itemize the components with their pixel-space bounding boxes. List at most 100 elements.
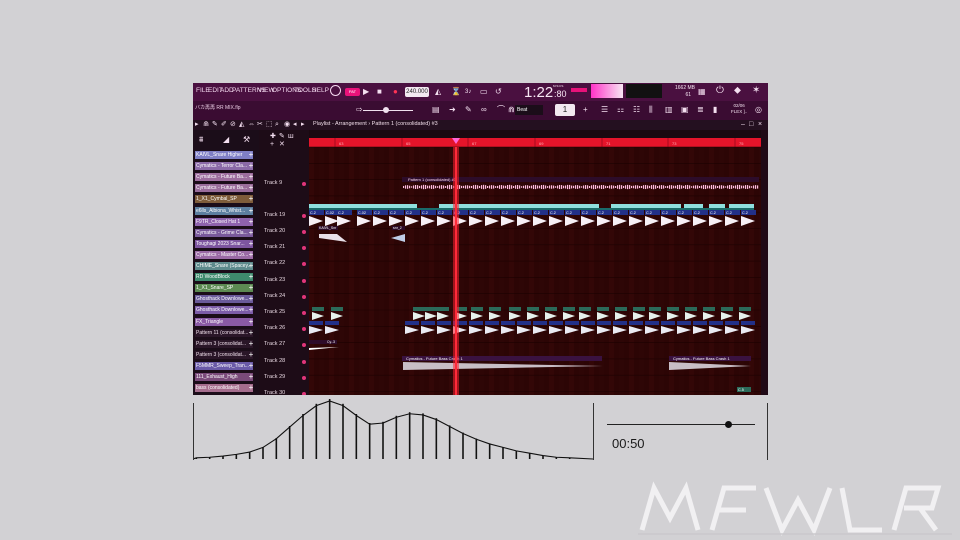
track-mute-dot[interactable] xyxy=(302,311,306,315)
channel-item[interactable]: Pattern 11 (consolidat... xyxy=(195,328,253,337)
channel-item[interactable]: bass (consolidated) xyxy=(195,384,253,393)
draw-icon[interactable]: ⌒ xyxy=(497,105,505,115)
track-name[interactable]: Track 21 xyxy=(264,244,285,250)
piano-roll-icon[interactable]: ⚏ xyxy=(617,105,624,115)
pencil-icon[interactable]: ✎ xyxy=(212,120,218,130)
track-name[interactable]: Track 25 xyxy=(264,309,285,315)
fruit-logo-icon[interactable]: ✶ xyxy=(752,86,760,96)
piano-icon[interactable]: ⩩ xyxy=(199,135,203,145)
channel-item[interactable]: Ghosthack Downlowe... xyxy=(195,295,253,304)
master-pitch-handle[interactable] xyxy=(383,107,389,113)
track-mute-dot[interactable] xyxy=(302,376,306,380)
channel-item[interactable]: KAIVL_Snare Higher xyxy=(195,151,253,159)
track-name[interactable]: Track 26 xyxy=(264,325,285,331)
minimize-icon[interactable]: – xyxy=(741,120,745,130)
track-name[interactable]: Track 29 xyxy=(264,374,285,380)
track-mute-dot[interactable] xyxy=(302,246,306,250)
song-time-display[interactable]: 1:22 xyxy=(524,84,553,101)
channel-add-icon[interactable]: + xyxy=(247,350,255,359)
channel-add-icon[interactable]: + xyxy=(247,239,255,248)
channel-item[interactable]: Cymatics - Future Ba... xyxy=(195,184,253,193)
menu-arrow-icon[interactable]: ▸ xyxy=(195,120,199,130)
magnet-small-icon[interactable]: ⋒ xyxy=(203,120,209,130)
midi-icon[interactable]: ш xyxy=(288,132,294,142)
channel-add-icon[interactable]: + xyxy=(247,228,255,237)
mute-icon[interactable]: ◭ xyxy=(239,120,244,130)
channel-add-icon[interactable]: + xyxy=(247,317,255,326)
channel-add-icon[interactable]: + xyxy=(247,306,255,314)
channel-add-icon[interactable]: + xyxy=(247,284,255,292)
playlist-icon[interactable]: ☰ xyxy=(601,105,608,115)
channel-add-icon[interactable]: + xyxy=(247,250,255,259)
channel-item[interactable]: F9TR_Closed Hat 1 xyxy=(195,217,253,226)
playback-icon[interactable]: ◉ xyxy=(284,120,290,130)
master-volume-knob[interactable] xyxy=(330,85,341,96)
news-badge[interactable]: 02/06 FLEX ].. xyxy=(731,103,747,115)
track-name[interactable]: Track 20 xyxy=(264,228,285,234)
slip-icon[interactable]: ⇔ xyxy=(248,120,255,130)
menu-help[interactable]: HELP xyxy=(312,87,329,94)
brush-icon[interactable]: ✐ xyxy=(221,120,227,130)
track-name[interactable]: Track 27 xyxy=(264,341,285,347)
step-icon[interactable]: ◢ xyxy=(223,135,229,145)
vertical-scrollbar[interactable] xyxy=(761,130,768,395)
plus-icon[interactable]: + xyxy=(270,140,274,150)
channel-add-icon[interactable]: + xyxy=(247,173,255,181)
magnet-icon[interactable]: ⋒ xyxy=(508,105,515,115)
channel-item[interactable]: Toughagi 2023 Snar... xyxy=(195,239,253,248)
channel-add-icon[interactable]: + xyxy=(247,328,255,337)
close-icon[interactable]: × xyxy=(758,120,762,130)
channel-add-icon[interactable]: + xyxy=(247,217,255,226)
slice-icon[interactable]: ✂ xyxy=(257,120,263,130)
channel-rack-icon[interactable]: ☷ xyxy=(633,105,640,115)
maximize-icon[interactable]: □ xyxy=(749,120,753,130)
track-name[interactable]: Track 24 xyxy=(264,293,285,299)
nav-left-icon[interactable]: ◂ xyxy=(293,120,297,130)
track-mute-dot[interactable] xyxy=(302,214,306,218)
delete-icon[interactable]: ⊘ xyxy=(230,120,236,130)
link-icon[interactable]: ∞ xyxy=(481,105,487,115)
tempo-display[interactable]: 240.000 xyxy=(405,87,429,97)
channel-item[interactable]: e6lls_Albiona_Whist... xyxy=(195,206,253,215)
track-name[interactable]: Track 23 xyxy=(264,277,285,283)
channel-add-icon[interactable]: + xyxy=(247,339,255,348)
track-name[interactable]: Track 22 xyxy=(264,260,285,266)
channel-add-icon[interactable]: + xyxy=(247,384,255,392)
progress-handle[interactable] xyxy=(724,421,732,428)
channel-item[interactable]: Cymatics - Terror Cla... xyxy=(195,162,253,171)
channel-add-icon[interactable]: + xyxy=(247,361,255,370)
blend-notes-icon[interactable]: ▭ xyxy=(480,87,488,97)
pattern-song-toggle[interactable]: PAT xyxy=(345,88,360,96)
channel-add-icon[interactable]: + xyxy=(247,151,255,159)
nav-right-icon[interactable]: ▸ xyxy=(301,120,305,130)
stop-icon[interactable]: ■ xyxy=(377,87,382,97)
add-pattern-icon[interactable]: + xyxy=(583,105,588,115)
channel-item[interactable]: 111_Exhaust_High xyxy=(195,373,253,381)
channel-item[interactable]: RD WoodBlock xyxy=(195,273,253,282)
channel-item[interactable]: Cymatics - Grime Cla... xyxy=(195,228,253,237)
channel-add-icon[interactable]: + xyxy=(247,162,255,170)
channel-add-icon[interactable]: + xyxy=(247,273,255,281)
x-icon[interactable]: ✕ xyxy=(279,140,285,150)
playlist-grid[interactable]: 63 65 67 69 71 73 75 Pattern 1 (consolidated) #… xyxy=(309,130,761,395)
channel-add-icon[interactable]: + xyxy=(247,295,255,303)
snap-select[interactable]: Beat xyxy=(515,105,543,115)
wrench-icon[interactable]: ⚒ xyxy=(243,135,250,145)
track-mute-dot[interactable] xyxy=(302,262,306,266)
progress-track[interactable] xyxy=(607,424,755,425)
browser-icon[interactable]: ▥ xyxy=(665,105,673,115)
track-name[interactable]: Track 9 xyxy=(264,180,282,186)
metronome-icon[interactable]: ◭ xyxy=(435,87,441,97)
stats-icon[interactable]: ▮ xyxy=(713,105,717,115)
track-mute-dot[interactable] xyxy=(302,343,306,347)
channel-add-icon[interactable]: + xyxy=(247,373,255,381)
countdown-icon[interactable]: 3♪ xyxy=(465,87,471,97)
channel-item[interactable]: Ghosthack Downlowe... xyxy=(195,306,253,315)
zoom-icon[interactable]: ⌕ xyxy=(275,120,279,130)
track-name[interactable]: Track 28 xyxy=(264,358,285,364)
pattern-selector[interactable]: 1 xyxy=(555,104,575,116)
select-icon[interactable]: ⬚ xyxy=(266,120,273,130)
track-mute-dot[interactable] xyxy=(302,327,306,331)
power-icon[interactable]: ⏻ xyxy=(716,86,724,96)
channel-add-icon[interactable]: + xyxy=(247,262,255,270)
